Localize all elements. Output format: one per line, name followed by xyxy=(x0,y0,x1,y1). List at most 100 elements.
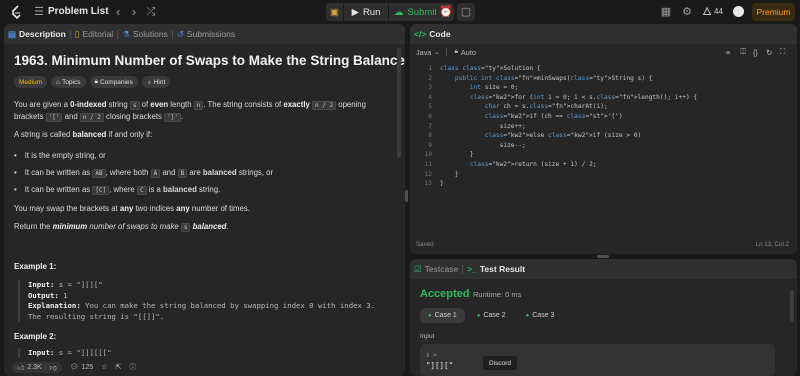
run-submit-group: ▣ ▶ Run ☁ Submit xyxy=(326,3,442,21)
star-icon[interactable]: ☆ xyxy=(101,363,107,371)
tab-editorial[interactable]: ▯ Editorial xyxy=(71,29,117,40)
code-line: 10 } xyxy=(424,151,474,159)
case-tab-2[interactable]: ● Case 2 xyxy=(469,308,514,323)
autosave-toggle[interactable]: 🔒︎ Auto xyxy=(454,48,475,57)
code-line: 13} xyxy=(424,180,444,188)
save-status: Saved xyxy=(416,241,434,248)
shuffle-icon[interactable]: ⤮ xyxy=(145,6,157,18)
cursor-position: Ln 13, Col 2 xyxy=(755,241,789,248)
leetcode-logo-icon[interactable] xyxy=(10,5,22,19)
help-icon[interactable]: ⓘ xyxy=(129,362,136,372)
horizontal-resize-handle[interactable] xyxy=(597,255,609,258)
history-icon: ↺ xyxy=(176,28,184,39)
streak-fire-icon[interactable]: 🜂 xyxy=(701,6,713,18)
like-button[interactable]: 👍︎ 2.3K | 👎︎ xyxy=(12,361,62,373)
tab-code[interactable]: </> Code xyxy=(410,29,455,39)
test-tabs: ☑ Testcase >_ Test Result xyxy=(410,259,797,279)
notes-button[interactable]: ▢ xyxy=(457,3,475,21)
prev-problem-icon[interactable]: ‹ xyxy=(112,5,124,18)
code-panel: </> Code Java ⌄ 🔒︎ Auto ≡ ⎅ {} ↻ ⛶ 1 class c… xyxy=(410,24,797,254)
test-panel: ☑ Testcase >_ Test Result Accepted Runtime… xyxy=(410,259,797,376)
debug-button[interactable]: ▣ xyxy=(326,3,343,21)
code-tabs: </> Code xyxy=(410,24,797,44)
pass-dot-icon: ● xyxy=(476,312,481,319)
input-var-value: "][][" xyxy=(426,361,454,370)
case-tab-1[interactable]: ● Case 1 xyxy=(420,308,465,323)
premium-button[interactable]: Premium xyxy=(752,3,795,21)
settings-gear-icon[interactable]: ⚙ xyxy=(681,6,693,18)
code-line: 9 size--; xyxy=(428,141,526,149)
input-var-name: s = xyxy=(426,352,437,359)
streak-count: 44 xyxy=(714,7,723,16)
timer-button[interactable]: ⏰ xyxy=(436,3,454,21)
tab-solutions[interactable]: ⚗ Solutions xyxy=(118,29,172,40)
run-button[interactable]: ▶ Run xyxy=(344,3,388,21)
fullscreen-icon[interactable]: ⛶ xyxy=(780,47,785,57)
play-icon: ▶ xyxy=(351,6,359,18)
pass-dot-icon: ● xyxy=(525,312,530,319)
lightbulb-icon: ♁ xyxy=(146,78,152,86)
comment-icon: 💬︎ xyxy=(69,364,79,371)
reset-icon[interactable]: ↻ xyxy=(766,48,772,57)
tab-testcase[interactable]: ☑ Testcase xyxy=(410,264,462,275)
example-1-title: Example 1: xyxy=(14,262,57,271)
list-item: • It can be written as AB, where both A a… xyxy=(14,168,274,178)
flask-icon: ⚗ xyxy=(122,28,130,39)
description-panel: ▤ Description ▯ Editorial ⚗ Solutions ↺ Subm… xyxy=(4,24,405,376)
test-scrollbar[interactable] xyxy=(790,290,794,322)
comments-button[interactable]: 💬︎ 125 xyxy=(69,363,94,372)
bug-icon: ▣ xyxy=(330,6,339,18)
input-box: s = "][][" xyxy=(420,344,775,376)
next-problem-icon[interactable]: › xyxy=(128,5,140,18)
problem-title: 1963. Minimum Number of Swaps to Make th… xyxy=(14,53,405,68)
code-editor[interactable]: 1 class class="ty">Solution { 2 public in… xyxy=(410,64,797,234)
braces-icon[interactable]: {} xyxy=(753,48,758,57)
vertical-resize-handle[interactable] xyxy=(405,190,408,202)
code-line: 12 } xyxy=(424,170,459,178)
input-label: Input xyxy=(420,333,435,340)
lock-icon: 🔒︎ xyxy=(94,78,98,85)
problem-list-link[interactable]: Problem List xyxy=(48,6,109,17)
tab-test-result[interactable]: >_ Test Result xyxy=(463,264,529,274)
topics-chip[interactable]: ⌂ Topics xyxy=(51,76,86,88)
code-line: 5 char ch = s.class="fn">charAt(i); xyxy=(428,103,608,111)
thumbs-up-icon: 👍︎ xyxy=(17,364,25,372)
code-line: 2 public int class="fn">minSwaps(class="… xyxy=(428,74,653,82)
hint-chip[interactable]: ♁ Hint xyxy=(141,76,171,88)
bookmark-icon[interactable]: ⎅ xyxy=(740,47,746,57)
tag-icon: ⌂ xyxy=(56,78,61,86)
case-tab-3[interactable]: ● Case 3 xyxy=(518,308,563,323)
book-icon: ▯ xyxy=(74,28,80,39)
submit-button[interactable]: ☁ Submit xyxy=(389,3,442,21)
lock-icon: 🔒︎ xyxy=(454,48,458,55)
description-tabs: ▤ Description ▯ Editorial ⚗ Solutions ↺ Subm… xyxy=(4,24,405,44)
case-tabs: ● Case 1 ● Case 2 ● Case 3 xyxy=(420,308,562,323)
share-icon[interactable]: ⇱ xyxy=(116,363,122,371)
example-1-box: Input: s = "][][" Output: 1 Explanation:… xyxy=(18,280,394,322)
problem-chips: Medium ⌂ Topics 🔒︎ Companies ♁ Hint xyxy=(14,76,171,88)
discord-tooltip: Discord xyxy=(483,356,517,370)
thumbs-down-icon[interactable]: 👎︎ xyxy=(50,363,57,372)
layout-grid-icon[interactable]: ▦ xyxy=(660,6,672,18)
description-paragraph-3: You may swap the brackets at any two ind… xyxy=(14,204,250,213)
tab-description[interactable]: ▤ Description xyxy=(4,29,70,40)
language-select[interactable]: Java ⌄ xyxy=(416,48,439,57)
description-paragraph-2: A string is called balanced if and only … xyxy=(14,130,153,139)
problem-list-icon[interactable]: ☰ xyxy=(33,6,45,18)
chevron-down-icon: ⌄ xyxy=(434,49,440,56)
top-bar: ☰ Problem List ‹ › ⤮ ▣ ▶ Run ☁ Submit ⏰ ▢ … xyxy=(0,0,800,24)
description-paragraph-1: You are given a 0-indexed string s of ev… xyxy=(14,100,366,122)
code-line: 8 class="kw2">else class="kw2">if (size … xyxy=(428,132,642,140)
code-line: 1 class class="ty">Solution { xyxy=(428,65,541,72)
description-scrollbar[interactable] xyxy=(397,48,401,158)
avatar[interactable] xyxy=(733,6,744,17)
tab-submissions[interactable]: ↺ Submissions xyxy=(173,29,239,40)
code-line: 11 class="kw2">return (size + 1) / 2; xyxy=(424,161,597,168)
code-line: 6 class="kw2">if (ch == class="st">'[') xyxy=(428,113,623,120)
description-paragraph-4: Return the minimum number of swaps to ma… xyxy=(14,222,229,232)
companies-chip[interactable]: 🔒︎ Companies xyxy=(89,76,138,88)
format-icon[interactable]: ≡ xyxy=(726,48,730,57)
difficulty-badge[interactable]: Medium xyxy=(14,76,48,88)
code-line: 7 size++; xyxy=(428,122,526,130)
list-item: • It can be written as [C], where C is a … xyxy=(14,185,221,195)
